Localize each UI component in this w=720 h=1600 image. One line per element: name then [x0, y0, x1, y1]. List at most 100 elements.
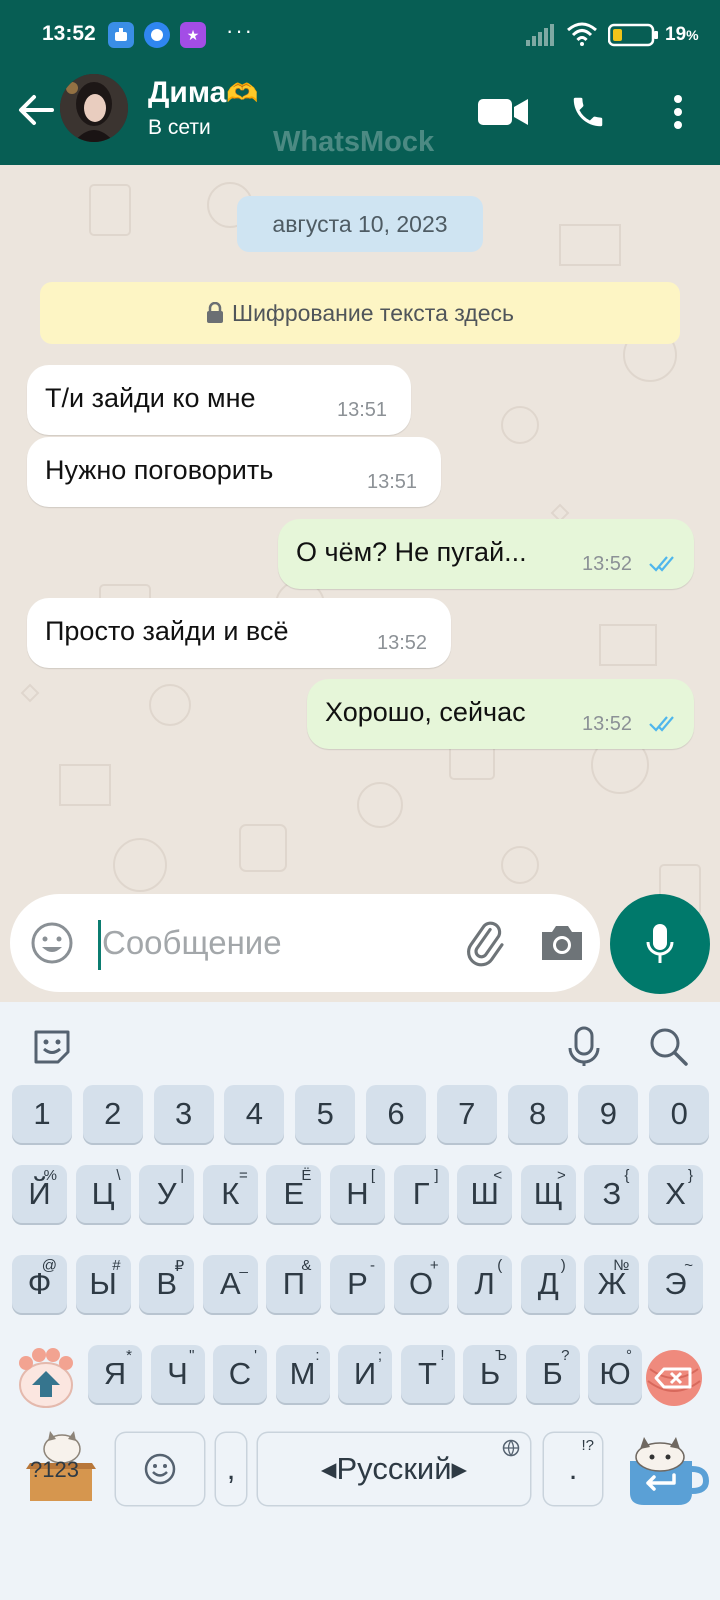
- top-bar: 13:52 ★ ··· 19% Дима🫶 В сети WhatsMock: [0, 0, 720, 165]
- message-bubble-incoming[interactable]: Просто зайди и всё 13:52: [27, 598, 451, 668]
- key-4[interactable]: 4: [224, 1085, 285, 1143]
- notification-star-icon: ★: [180, 22, 206, 48]
- message-bubble-incoming[interactable]: Т/и зайди ко мне 13:51: [27, 365, 411, 435]
- message-input[interactable]: Сообщение: [102, 924, 282, 962]
- key-letter[interactable]: Э ~: [648, 1255, 703, 1313]
- emoji-icon[interactable]: [30, 921, 74, 965]
- key-1[interactable]: 1: [12, 1085, 72, 1143]
- key-8[interactable]: 8: [507, 1085, 568, 1143]
- key-letter[interactable]: З{: [584, 1165, 640, 1223]
- key-letter[interactable]: Й%: [12, 1165, 67, 1223]
- key-letter[interactable]: П &: [266, 1255, 322, 1313]
- key-letter[interactable]: Ч ": [150, 1345, 205, 1403]
- contact-avatar[interactable]: [60, 74, 128, 142]
- key-letter[interactable]: Р-: [330, 1255, 385, 1313]
- voice-record-button[interactable]: [610, 894, 710, 994]
- battery-percent: 19%: [665, 24, 699, 45]
- keyboard[interactable]: 1234567890 Й% Ц \ У | К = Е Ё Н[Г] Ш < Щ > З{Х} Ф @ Ы # В ₽…: [0, 1002, 720, 1600]
- key-sub-label: @: [41, 1257, 57, 1274]
- key-sub-label: ₽: [174, 1258, 185, 1275]
- key-letter[interactable]: А _: [202, 1255, 258, 1313]
- key-letter[interactable]: У |: [139, 1165, 195, 1223]
- microphone-icon: [646, 924, 674, 963]
- message-compose-bar[interactable]: Сообщение: [10, 894, 600, 992]
- key-label: 7: [458, 1096, 476, 1131]
- key-letter[interactable]: Х}: [648, 1165, 703, 1223]
- message-bubble-incoming[interactable]: Нужно поговорить 13:51: [27, 437, 441, 507]
- key-6[interactable]: 6: [366, 1085, 426, 1143]
- contact-status: В сети: [148, 116, 211, 139]
- key-letter[interactable]: М:: [275, 1345, 330, 1403]
- sticker-icon[interactable]: [30, 1024, 74, 1068]
- message-bubble-outgoing[interactable]: О чём? Не пугай... 13:52: [278, 519, 694, 589]
- message-time: 13:52: [582, 553, 633, 575]
- key-sub-label: ~: [684, 1257, 693, 1274]
- key-label: 2: [104, 1096, 122, 1131]
- key-letter[interactable]: Д): [520, 1255, 576, 1313]
- message-time: 13:52: [377, 632, 428, 654]
- emoji-key[interactable]: [116, 1433, 204, 1505]
- key-label: Б: [542, 1356, 563, 1391]
- menu-button[interactable]: [650, 84, 706, 140]
- key-letter[interactable]: И;: [338, 1345, 392, 1403]
- message-bubble-outgoing[interactable]: Хорошо, сейчас 13:52: [307, 679, 694, 749]
- key-letter[interactable]: Б?: [525, 1345, 580, 1403]
- key-3[interactable]: 3: [153, 1085, 214, 1143]
- key-label: Ц: [91, 1176, 115, 1211]
- key-5[interactable]: 5: [295, 1085, 356, 1143]
- key-9[interactable]: 9: [578, 1085, 639, 1143]
- message-text: О чём? Не пугай...: [296, 537, 527, 567]
- key-label: Д: [537, 1266, 559, 1301]
- key-sub-label: +: [429, 1257, 439, 1274]
- key-letter[interactable]: Т!: [400, 1345, 455, 1403]
- key-letter[interactable]: Л(: [457, 1255, 513, 1313]
- shift-key[interactable]: [12, 1347, 80, 1409]
- smiley-icon: [144, 1453, 176, 1485]
- key-letter[interactable]: Ф @: [12, 1255, 67, 1313]
- backspace-key[interactable]: [640, 1347, 708, 1409]
- key-letter[interactable]: С ': [213, 1345, 267, 1403]
- key-letter[interactable]: ЬЪ: [463, 1345, 517, 1403]
- contact-name[interactable]: Дима🫶: [148, 76, 259, 110]
- period-key[interactable]: . !?: [544, 1433, 602, 1505]
- space-key[interactable]: ◂ Русский ▸: [258, 1433, 530, 1505]
- key-0[interactable]: 0: [649, 1085, 710, 1143]
- key-label: К: [221, 1176, 240, 1211]
- key-sub-label: %: [43, 1167, 57, 1184]
- key-7[interactable]: 7: [436, 1085, 497, 1143]
- numbers-symbols-key[interactable]: ?123: [22, 1427, 100, 1507]
- paperclip-icon[interactable]: [460, 918, 510, 968]
- yarn-backspace-icon: [646, 1350, 702, 1406]
- key-letter[interactable]: Ш <: [457, 1165, 513, 1223]
- key-letter[interactable]: ЕЁ: [266, 1165, 322, 1223]
- key-2[interactable]: 2: [82, 1085, 143, 1143]
- key-letter[interactable]: Щ >: [520, 1165, 576, 1223]
- key-label: А: [219, 1266, 241, 1301]
- globe-icon: [502, 1439, 520, 1457]
- key-letter[interactable]: Я *: [88, 1345, 142, 1403]
- video-call-button[interactable]: [475, 84, 531, 140]
- key-label: Ч: [167, 1356, 188, 1391]
- key-letter[interactable]: Ю °: [588, 1345, 642, 1403]
- key-letter[interactable]: Н[: [330, 1165, 385, 1223]
- key-letter[interactable]: В ₽: [139, 1255, 195, 1313]
- key-letter[interactable]: Г]: [393, 1165, 449, 1223]
- camera-icon[interactable]: [538, 920, 586, 966]
- key-sub-label: >: [557, 1167, 566, 1184]
- enter-key[interactable]: [620, 1427, 710, 1509]
- search-icon[interactable]: [646, 1024, 690, 1068]
- more-notifications-icon: ···: [226, 18, 254, 43]
- key-letter[interactable]: Ы #: [75, 1255, 131, 1313]
- chat-area[interactable]: августа 10, 2023 Шифрование текста здесь…: [0, 165, 720, 1000]
- key-letter[interactable]: Ж №: [584, 1255, 640, 1313]
- key-letter[interactable]: К =: [202, 1165, 258, 1223]
- back-arrow-icon[interactable]: [14, 88, 58, 132]
- comma-key[interactable]: ,: [216, 1433, 246, 1505]
- key-letter[interactable]: О +: [393, 1255, 449, 1313]
- encryption-notice[interactable]: Шифрование текста здесь: [40, 282, 680, 344]
- key-sub-label: !: [440, 1347, 445, 1364]
- message-time: 13:52: [582, 713, 633, 735]
- voice-input-icon[interactable]: [562, 1024, 606, 1068]
- voice-call-button[interactable]: [560, 84, 616, 140]
- key-letter[interactable]: Ц \: [75, 1165, 131, 1223]
